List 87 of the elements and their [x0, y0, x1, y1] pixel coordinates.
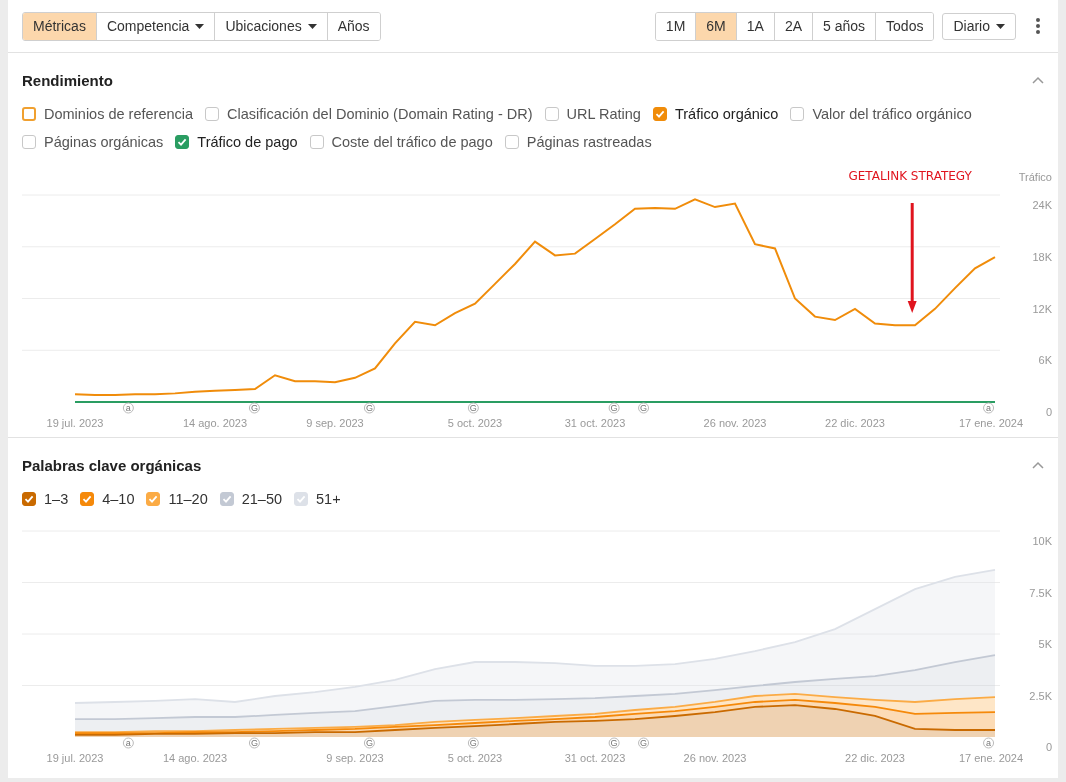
- y-tick-label: 7.5K: [1029, 586, 1052, 599]
- event-marker[interactable]: G: [638, 402, 650, 414]
- y-tick-label: 12K: [1032, 302, 1052, 315]
- y-tick-label: 2.5K: [1029, 689, 1052, 702]
- x-tick-label: 26 nov. 2023: [683, 752, 747, 764]
- event-marker[interactable]: a: [983, 402, 995, 414]
- more-icon[interactable]: [1036, 18, 1040, 34]
- checkmark-icon: [221, 494, 232, 504]
- position-label: 11–20: [168, 491, 208, 507]
- annotation-label: GETALINK STRATEGY: [848, 169, 972, 183]
- checkbox[interactable]: [175, 135, 190, 149]
- event-marker[interactable]: G: [363, 402, 375, 414]
- metric-label: Páginas rastreadas: [526, 134, 652, 150]
- range-tab[interactable]: Todos: [875, 12, 934, 40]
- x-tick-label: 19 jul. 2023: [46, 417, 104, 429]
- y-tick-label: 0: [1045, 741, 1052, 753]
- metric-label: Dominios de referencia: [44, 106, 194, 122]
- chevron-up-icon[interactable]: [1032, 76, 1044, 84]
- metric-label: Clasificación del Dominio (Domain Rating - DR): [227, 106, 533, 122]
- section-title: Rendimiento: [22, 71, 113, 89]
- checkbox[interactable]: [219, 492, 234, 506]
- event-marker[interactable]: G: [608, 402, 620, 414]
- event-marker[interactable]: G: [363, 737, 375, 749]
- checkbox[interactable]: [652, 107, 667, 121]
- checkbox[interactable]: [22, 135, 36, 149]
- x-tick-label: 17 ene. 2024: [958, 417, 1024, 429]
- checkbox[interactable]: [22, 107, 36, 121]
- x-tick-label: 5 oct. 2023: [447, 752, 503, 764]
- x-tick-label: 22 dic. 2023: [845, 752, 905, 764]
- metric-label: Valor del tráfico orgánico: [812, 106, 972, 122]
- x-tick-label: 9 sep. 2023: [306, 417, 364, 429]
- x-tick-label: 22 dic. 2023: [825, 417, 885, 429]
- checkbox[interactable]: [205, 107, 220, 121]
- metric-label: URL Rating: [566, 106, 641, 122]
- event-marker[interactable]: G: [467, 402, 479, 414]
- event-marker[interactable]: G: [248, 402, 260, 414]
- y-tick-label: 10K: [1032, 535, 1052, 547]
- checkmark-icon: [82, 494, 93, 504]
- checkbox[interactable]: [80, 492, 95, 506]
- x-tick-label: 5 oct. 2023: [447, 417, 503, 429]
- y-axis-title: Tráfico: [1018, 171, 1052, 183]
- checkbox[interactable]: [22, 492, 36, 506]
- position-label: 4–10: [102, 491, 135, 507]
- x-tick-label: 9 sep. 2023: [326, 752, 384, 764]
- checkmark-icon: [148, 494, 159, 504]
- checkmark-icon: [654, 109, 665, 119]
- metric-label: Páginas orgánicas: [44, 134, 164, 150]
- metric-label: Coste del tráfico de pago: [331, 134, 493, 150]
- x-tick-label: 14 ago. 2023: [182, 417, 248, 429]
- metric-label: Tráfico de pago: [197, 134, 298, 150]
- event-marker[interactable]: G: [638, 737, 650, 749]
- x-tick-label: 31 oct. 2023: [564, 417, 626, 429]
- x-tick-label: 17 ene. 2024: [958, 752, 1024, 764]
- position-label: 21–50: [241, 491, 283, 507]
- checkbox[interactable]: [309, 135, 324, 149]
- chevron-up-icon[interactable]: [1032, 461, 1044, 469]
- y-tick-label: 6K: [1038, 354, 1052, 367]
- x-tick-label: 19 jul. 2023: [46, 752, 104, 764]
- event-marker[interactable]: G: [248, 737, 260, 749]
- x-tick-label: 31 oct. 2023: [564, 752, 626, 764]
- event-marker[interactable]: a: [983, 737, 995, 749]
- event-marker[interactable]: a: [122, 737, 134, 749]
- y-tick-label: 18K: [1032, 250, 1052, 263]
- y-tick-label: 0: [1045, 406, 1052, 418]
- range-tab[interactable]: 6M: [695, 12, 736, 40]
- event-marker[interactable]: a: [122, 402, 134, 414]
- event-marker[interactable]: G: [608, 737, 620, 749]
- checkbox[interactable]: [146, 492, 161, 506]
- checkmark-icon: [24, 494, 34, 504]
- metric-label: Tráfico orgánico: [674, 106, 779, 122]
- position-label: 51+: [316, 491, 341, 507]
- checkmark-icon: [177, 137, 188, 147]
- section-title: Palabras clave orgánicas: [22, 456, 202, 474]
- checkbox[interactable]: [790, 107, 805, 121]
- view-tab[interactable]: Años: [326, 12, 380, 40]
- view-tab[interactable]: Métricas: [23, 12, 96, 40]
- interval-dropdown[interactable]: Diario: [942, 12, 1016, 40]
- x-tick-label: 26 nov. 2023: [703, 417, 767, 429]
- y-tick-label: 5K: [1038, 638, 1052, 650]
- checkmark-icon: [296, 494, 307, 504]
- y-tick-label: 24K: [1032, 199, 1052, 211]
- position-label: 1–3: [44, 491, 69, 507]
- event-marker[interactable]: G: [467, 737, 479, 749]
- checkbox[interactable]: [544, 107, 559, 121]
- x-tick-label: 14 ago. 2023: [162, 752, 228, 764]
- caret-icon: [996, 23, 1005, 29]
- checkbox[interactable]: [504, 135, 519, 149]
